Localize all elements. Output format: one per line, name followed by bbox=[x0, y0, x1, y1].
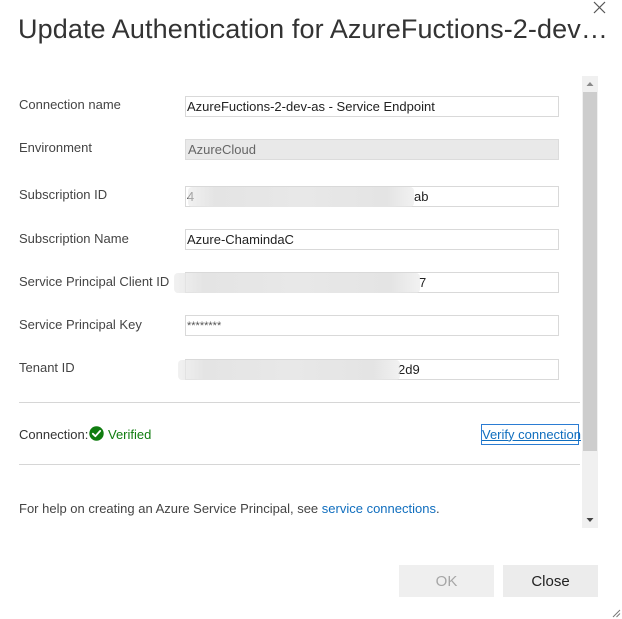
help-text: For help on creating an Azure Service Pr… bbox=[19, 501, 440, 516]
environment-field: AzureCloud bbox=[185, 139, 559, 160]
help-text-body: For help on creating an Azure Service Pr… bbox=[19, 501, 322, 516]
client-id-suffix: 7 bbox=[419, 275, 427, 290]
dialog-title: Update Authentication for AzureFuctions-… bbox=[18, 14, 608, 44]
redaction-blur bbox=[188, 187, 414, 207]
connection-name-input[interactable]: AzureFuctions-2-dev-as - Service Endpoin… bbox=[185, 96, 559, 117]
principal-key-label: Service Principal Key bbox=[19, 317, 142, 332]
vertical-scrollbar[interactable] bbox=[582, 76, 598, 528]
connection-label: Connection: bbox=[19, 427, 89, 442]
environment-label: Environment bbox=[19, 140, 92, 155]
divider bbox=[19, 464, 580, 465]
scrollbar-thumb[interactable] bbox=[583, 92, 597, 451]
client-id-label: Service Principal Client ID bbox=[19, 274, 170, 289]
triangle-up-icon[interactable] bbox=[582, 76, 598, 92]
check-circle-icon bbox=[89, 426, 104, 441]
help-text-trailing: . bbox=[435, 501, 440, 516]
dialog-body: Connection name AzureFuctions-2-dev-as -… bbox=[0, 75, 600, 530]
tenant-id-label: Tenant ID bbox=[19, 360, 75, 375]
redaction-blur bbox=[178, 360, 400, 380]
connection-name-label: Connection name bbox=[19, 97, 121, 112]
principal-key-input[interactable]: ******** bbox=[185, 315, 559, 336]
close-button[interactable]: Close bbox=[503, 565, 598, 597]
resize-grip-icon[interactable] bbox=[611, 608, 621, 618]
verify-connection-button[interactable]: Verify connection bbox=[481, 424, 581, 445]
divider bbox=[19, 402, 580, 403]
subscription-id-label: Subscription ID bbox=[19, 187, 108, 202]
ok-button[interactable]: OK bbox=[399, 565, 494, 597]
service-connections-link[interactable]: service connections bbox=[322, 501, 436, 516]
subscription-id-suffix: ab bbox=[414, 189, 429, 204]
subscription-name-label: Subscription Name bbox=[19, 231, 129, 246]
redaction-blur bbox=[174, 273, 420, 293]
tenant-id-suffix: 2d9 bbox=[398, 362, 420, 377]
triangle-down-icon[interactable] bbox=[582, 512, 598, 528]
subscription-name-input[interactable]: Azure-ChamindaC bbox=[185, 229, 559, 250]
connection-status: Verified bbox=[108, 427, 152, 442]
